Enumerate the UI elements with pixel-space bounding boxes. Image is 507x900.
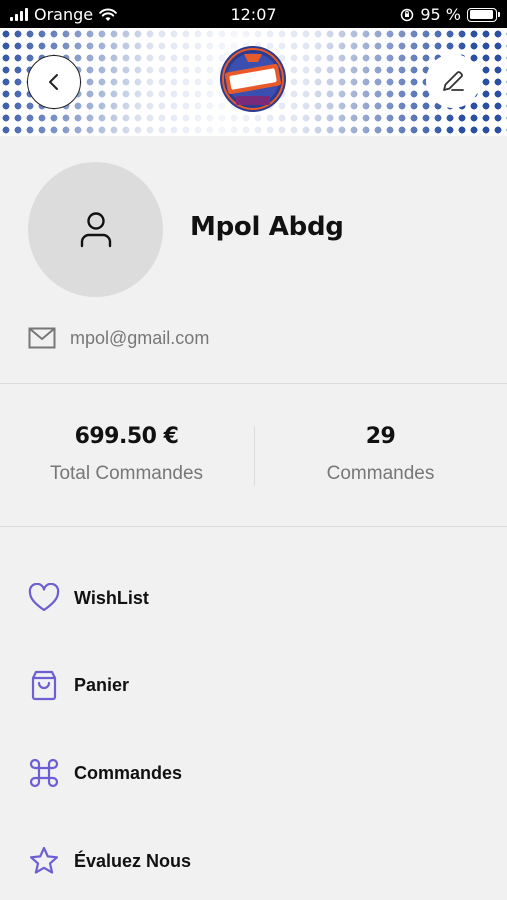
status-bar-right: 95 % (400, 5, 500, 24)
menu-item-label: WishList (74, 587, 149, 608)
battery-fill (469, 10, 494, 19)
back-button[interactable] (27, 55, 81, 109)
stat-value: 699.50 € (74, 424, 179, 449)
avatar[interactable] (28, 162, 163, 297)
stat-commandes: 29 Commandes (254, 424, 507, 485)
chevron-left-icon (49, 74, 58, 90)
menu-item-label: Panier (74, 674, 130, 695)
menu-item-panier[interactable]: Panier (28, 665, 129, 705)
orientation-lock-icon (401, 8, 414, 21)
divider (0, 383, 507, 384)
pencil-icon (443, 71, 464, 91)
email-row: mpol@gmail.com (28, 327, 209, 349)
stat-total-commandes: 699.50 € Total Commandes (0, 424, 253, 485)
dstreet-tacos-halal-logo (220, 46, 286, 112)
edit-profile-button[interactable] (426, 54, 480, 108)
command-icon (29, 758, 59, 788)
shopping-bag-icon (31, 670, 57, 701)
user-icon (80, 211, 111, 247)
menu-item-wishlist[interactable]: WishList (28, 578, 149, 618)
menu-item-label: Commandes (74, 762, 183, 783)
divider (0, 526, 507, 527)
profile-name: Mpol Abdg (190, 212, 344, 242)
status-bar: Orange 12:07 95 % (0, 0, 507, 28)
menu-item-evaluez-nous[interactable]: Évaluez Nous (28, 841, 191, 881)
star-icon (29, 846, 59, 874)
stat-label: Total Commandes (49, 463, 204, 484)
battery-percent: 95 % (420, 5, 461, 24)
stat-value: 29 (365, 424, 396, 449)
menu-item-label: Évaluez Nous (74, 850, 192, 871)
menu-item-commandes[interactable]: Commandes (28, 753, 182, 793)
profile-email: mpol@gmail.com (70, 327, 210, 348)
header-banner (0, 28, 507, 136)
heart-icon (28, 583, 60, 612)
battery-icon (467, 7, 500, 22)
stat-label: Commandes (326, 463, 435, 484)
mail-icon (28, 327, 56, 349)
